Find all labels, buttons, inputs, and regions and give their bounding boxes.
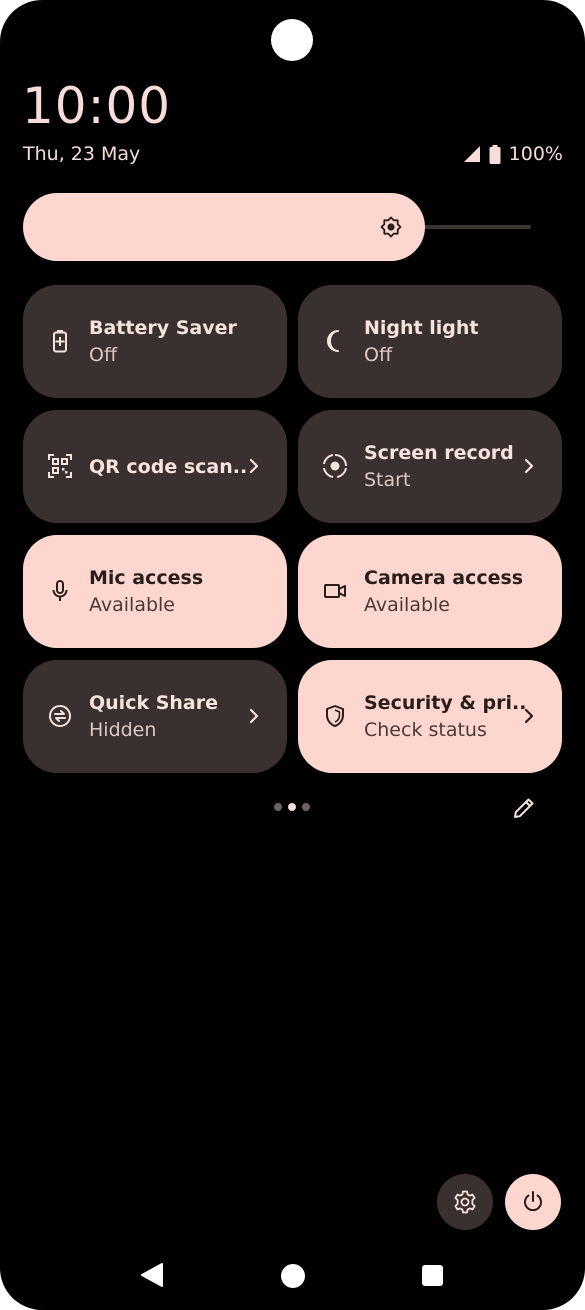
page-indicator[interactable]: [274, 803, 310, 811]
camera-icon: [324, 584, 346, 598]
edit-pencil-icon[interactable]: [511, 795, 537, 821]
night-light-icon: [327, 330, 339, 352]
tile-title: QR code scan..: [89, 456, 248, 478]
tile-camera-access[interactable]: Camera access Available: [298, 535, 562, 648]
tile-qr-code-scanner[interactable]: QR code scan..: [23, 410, 287, 523]
tile-subtitle: Available: [89, 594, 176, 616]
clock[interactable]: 10:00: [22, 76, 171, 136]
page-dot-2: [288, 803, 296, 811]
tile-title: Night light: [364, 317, 479, 339]
chevron-right-icon: [524, 458, 534, 474]
brightness-slider[interactable]: [23, 193, 425, 261]
back-icon[interactable]: [140, 1262, 164, 1288]
home-button[interactable]: [281, 1264, 305, 1288]
tile-subtitle: Off: [364, 344, 393, 366]
tile-subtitle: Off: [89, 344, 118, 366]
power-icon: [524, 1191, 542, 1212]
battery-saver-icon: [53, 330, 67, 353]
phone-screen: 10:00 Thu, 23 May 100% Battery Saver Off: [0, 0, 585, 1310]
qr-scan-icon: [48, 454, 72, 478]
tile-title: Quick Share: [89, 692, 218, 714]
battery-percentage: 100%: [508, 143, 563, 165]
tile-subtitle: Check status: [364, 719, 487, 741]
tile-subtitle: Hidden: [89, 719, 157, 741]
chevron-right-icon: [249, 708, 259, 724]
brightness-icon: [380, 216, 402, 238]
tile-title: Mic access: [89, 567, 204, 589]
brightness-track[interactable]: [420, 225, 531, 229]
tile-battery-saver[interactable]: Battery Saver Off: [23, 285, 287, 398]
tile-title: Security & pri..: [364, 692, 527, 714]
tile-mic-access[interactable]: Mic access Available: [23, 535, 287, 648]
settings-button[interactable]: [437, 1174, 493, 1230]
gear-icon: [454, 1190, 476, 1214]
mic-icon: [52, 580, 68, 601]
tile-night-light[interactable]: Night light Off: [298, 285, 562, 398]
tile-title: Screen record: [364, 442, 514, 464]
page-dot-3: [302, 803, 310, 811]
tile-quick-share[interactable]: Quick Share Hidden: [23, 660, 287, 773]
status-icons: 100%: [463, 142, 563, 166]
tile-security-privacy[interactable]: Security & pri.. Check status: [298, 660, 562, 773]
cell-signal-icon: [463, 146, 480, 162]
chevron-right-icon: [524, 708, 534, 724]
screen-record-icon: [323, 454, 347, 478]
front-camera: [271, 19, 313, 61]
shield-icon: [326, 705, 344, 727]
tile-subtitle: Available: [364, 594, 451, 616]
date-label[interactable]: Thu, 23 May: [23, 142, 140, 166]
recent-apps-button[interactable]: [422, 1265, 443, 1286]
page-dot-1: [274, 803, 282, 811]
tile-subtitle: Start: [364, 469, 411, 491]
power-button[interactable]: [505, 1174, 561, 1230]
tile-title: Battery Saver: [89, 317, 237, 339]
quick-share-icon: [49, 705, 71, 727]
battery-icon: [489, 144, 501, 164]
chevron-right-icon: [249, 458, 259, 474]
tile-title: Camera access: [364, 567, 524, 589]
navigation-bar: [0, 1250, 585, 1302]
tile-screen-record[interactable]: Screen record Start: [298, 410, 562, 523]
